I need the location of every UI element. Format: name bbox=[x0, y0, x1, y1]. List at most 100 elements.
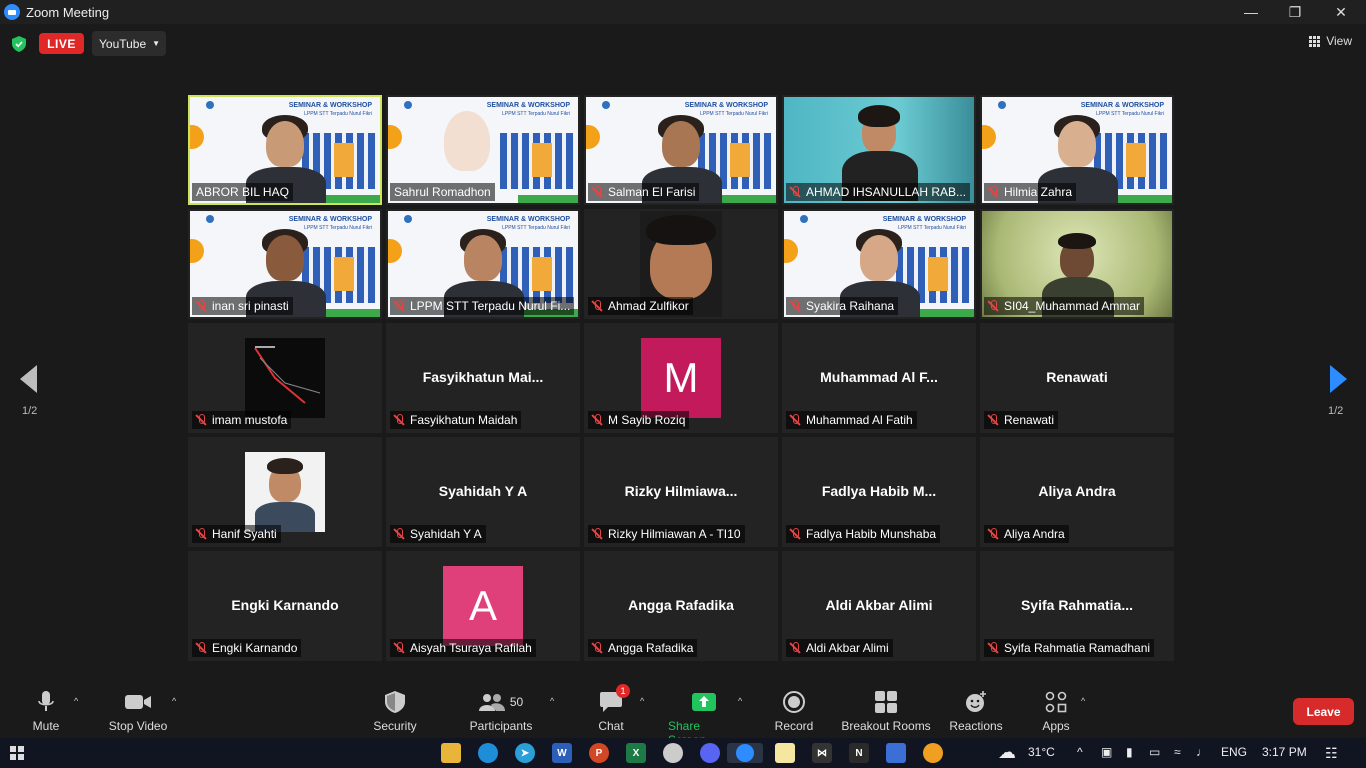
microphone-muted-icon bbox=[987, 528, 999, 540]
profile-picture bbox=[245, 452, 325, 532]
participant-tile[interactable]: SEMINAR & WORKSHOP LPPM STT Terpadu Nurul… bbox=[782, 209, 976, 319]
mute-button[interactable]: Mute bbox=[28, 690, 64, 733]
participant-tile[interactable]: Muhammad Al F... Muhammad Al Fatih bbox=[782, 323, 976, 433]
windows-start-icon[interactable] bbox=[10, 746, 24, 760]
participant-tile[interactable]: Angga Rafadika Angga Rafadika bbox=[584, 551, 778, 661]
volume-icon[interactable]: ♩ bbox=[1196, 745, 1208, 759]
apps-button[interactable]: Apps bbox=[1040, 690, 1072, 733]
audio-options-chevron-icon[interactable]: ^ bbox=[74, 696, 78, 706]
microphone-muted-icon bbox=[789, 528, 801, 540]
participant-tile[interactable]: A Aisyah Tsuraya Rafilah bbox=[386, 551, 580, 661]
participant-tile[interactable]: SEMINAR & WORKSHOP LPPM STT Terpadu Nurul… bbox=[386, 209, 580, 319]
meeting-top-bar: LIVE YouTube ▼ View bbox=[0, 24, 1366, 64]
slide-subtitle: LPPM STT Terpadu Nurul Fikri bbox=[502, 225, 570, 231]
participant-tile[interactable]: SEMINAR & WORKSHOP LPPM STT Terpadu Nurul… bbox=[980, 95, 1174, 205]
temperature-text[interactable]: 31°C bbox=[1028, 745, 1055, 759]
battery-icon[interactable]: ▭ bbox=[1149, 745, 1160, 759]
meet-now-icon[interactable]: ▣ bbox=[1101, 745, 1112, 759]
participant-tile[interactable]: Aliya Andra Aliya Andra bbox=[980, 437, 1174, 547]
participant-tile[interactable]: SEMINAR & WORKSHOP LPPM STT Terpadu Nurul… bbox=[386, 95, 580, 205]
participants-options-chevron-icon[interactable]: ^ bbox=[550, 696, 554, 706]
participant-display-name: Syahidah Y A bbox=[438, 483, 528, 499]
participant-tile[interactable]: SEMINAR & WORKSHOP LPPM STT Terpadu Nurul… bbox=[188, 95, 382, 205]
notification-icon[interactable]: ☷ bbox=[1325, 745, 1338, 762]
excel-icon[interactable]: X bbox=[626, 743, 646, 763]
edge-browser-icon[interactable] bbox=[478, 743, 498, 763]
windows-taskbar: ➤ W P X ⋈ N ☁ 31°C ^ ▣ ▮ ▭ ≈ ♩ ENG 3:17 … bbox=[0, 738, 1366, 768]
wifi-icon[interactable]: ≈ bbox=[1174, 745, 1181, 759]
participant-tile[interactable]: Hanif Syahti bbox=[188, 437, 382, 547]
restore-button[interactable]: ❐ bbox=[1272, 0, 1318, 24]
slide-header: SEMINAR & WORKSHOP LPPM STT Terpadu Nurul… bbox=[1081, 101, 1164, 119]
share-options-chevron-icon[interactable]: ^ bbox=[738, 696, 742, 706]
notion-icon[interactable]: N bbox=[849, 743, 869, 763]
participant-tile[interactable]: Aldi Akbar Alimi Aldi Akbar Alimi bbox=[782, 551, 976, 661]
chat-unread-badge: 1 bbox=[616, 684, 630, 698]
apps-options-chevron-icon[interactable]: ^ bbox=[1081, 696, 1085, 706]
microphone-muted-icon bbox=[987, 414, 999, 426]
tray-microphone-icon[interactable]: ▮ bbox=[1126, 745, 1133, 759]
leave-button[interactable]: Leave bbox=[1293, 698, 1354, 725]
participant-tile[interactable]: SEMINAR & WORKSHOP LPPM STT Terpadu Nurul… bbox=[584, 95, 778, 205]
microphone-muted-icon bbox=[987, 186, 999, 198]
participant-tile[interactable]: Fasyikhatun Mai... Fasyikhatun Maidah bbox=[386, 323, 580, 433]
slide-subtitle: LPPM STT Terpadu Nurul Fikri bbox=[304, 111, 372, 117]
participant-tile[interactable]: imam mustofa bbox=[188, 323, 382, 433]
chat-button[interactable]: 1 Chat bbox=[596, 684, 630, 733]
breakout-rooms-icon bbox=[875, 690, 897, 714]
hidden-icons-chevron-icon[interactable]: ^ bbox=[1077, 745, 1083, 759]
participant-name-label: Muhammad Al Fatih bbox=[786, 411, 917, 429]
chat-options-chevron-icon[interactable]: ^ bbox=[640, 696, 644, 706]
participant-tile[interactable]: SEMINAR & WORKSHOP LPPM STT Terpadu Nurul… bbox=[188, 209, 382, 319]
participant-display-name: Angga Rafadika bbox=[628, 597, 734, 613]
notes-icon[interactable] bbox=[775, 743, 795, 763]
slide-title: SEMINAR & WORKSHOP bbox=[684, 102, 768, 109]
minimize-button[interactable]: — bbox=[1228, 0, 1274, 24]
reactions-button[interactable]: Reactions bbox=[948, 690, 1004, 733]
participant-tile[interactable]: Syahidah Y A Syahidah Y A bbox=[386, 437, 580, 547]
participant-tile[interactable]: SI04_Muhammad Ammar bbox=[980, 209, 1174, 319]
video-options-chevron-icon[interactable]: ^ bbox=[172, 696, 176, 706]
stop-video-button[interactable]: Stop Video bbox=[104, 690, 172, 733]
participant-tile[interactable]: AHMAD IHSANULLAH RAB... bbox=[782, 95, 976, 205]
live-badge[interactable]: LIVE bbox=[39, 33, 84, 54]
participant-tile[interactable]: Rizky Hilmiawa... Rizky Hilmiawan A - TI1… bbox=[584, 437, 778, 547]
microphone-muted-icon bbox=[591, 414, 603, 426]
file-explorer-icon[interactable] bbox=[441, 743, 461, 763]
powerpoint-icon[interactable]: P bbox=[589, 743, 609, 763]
participant-tile[interactable]: Fadlya Habib M... Fadlya Habib Munshaba bbox=[782, 437, 976, 547]
security-button[interactable]: Security bbox=[372, 690, 418, 733]
participant-name-label: M Sayib Roziq bbox=[588, 411, 690, 429]
previous-page-arrow-icon[interactable] bbox=[20, 365, 37, 393]
participant-tile[interactable]: Syifa Rahmatia... Syifa Rahmatia Ramadhan… bbox=[980, 551, 1174, 661]
chat-label: Chat bbox=[598, 719, 624, 733]
participant-tile[interactable]: MM Sayib Roziq bbox=[584, 323, 778, 433]
stream-target-dropdown[interactable]: YouTube ▼ bbox=[92, 31, 166, 56]
grid-view-icon bbox=[1309, 35, 1321, 47]
language-indicator[interactable]: ENG bbox=[1221, 745, 1247, 759]
virtualbox-icon[interactable] bbox=[886, 743, 906, 763]
clock-time[interactable]: 3:17 PM bbox=[1262, 745, 1307, 759]
participant-name-label: Hilmia Zahra bbox=[984, 183, 1077, 201]
microphone-muted-icon bbox=[789, 300, 801, 312]
word-icon[interactable]: W bbox=[552, 743, 572, 763]
breakout-rooms-button[interactable]: Breakout Rooms bbox=[840, 690, 932, 733]
encryption-shield-icon[interactable] bbox=[12, 36, 26, 52]
view-button[interactable]: View bbox=[1309, 34, 1352, 48]
participants-button[interactable]: 50 Participants bbox=[468, 690, 534, 733]
close-button[interactable]: ✕ bbox=[1318, 0, 1364, 24]
discord-icon[interactable] bbox=[700, 743, 720, 763]
next-page-arrow-icon[interactable] bbox=[1330, 365, 1347, 393]
slide-subtitle: LPPM STT Terpadu Nurul Fikri bbox=[304, 225, 372, 231]
participant-tile[interactable]: Ahmad Zulfikor bbox=[584, 209, 778, 319]
participant-name: Syakira Raihana bbox=[806, 299, 895, 313]
record-button[interactable]: Record bbox=[772, 690, 816, 733]
participant-tile[interactable]: Renawati Renawati bbox=[980, 323, 1174, 433]
participant-name: Aisyah Tsuraya Rafilah bbox=[410, 641, 532, 655]
zoom-taskbar-icon[interactable] bbox=[727, 743, 763, 763]
media-app-icon[interactable] bbox=[663, 743, 683, 763]
pinned-app-icon[interactable] bbox=[923, 743, 943, 763]
telegram-icon[interactable]: ➤ bbox=[515, 743, 535, 763]
participant-tile[interactable]: Engki Karnando Engki Karnando bbox=[188, 551, 382, 661]
capcut-icon[interactable]: ⋈ bbox=[812, 743, 832, 763]
